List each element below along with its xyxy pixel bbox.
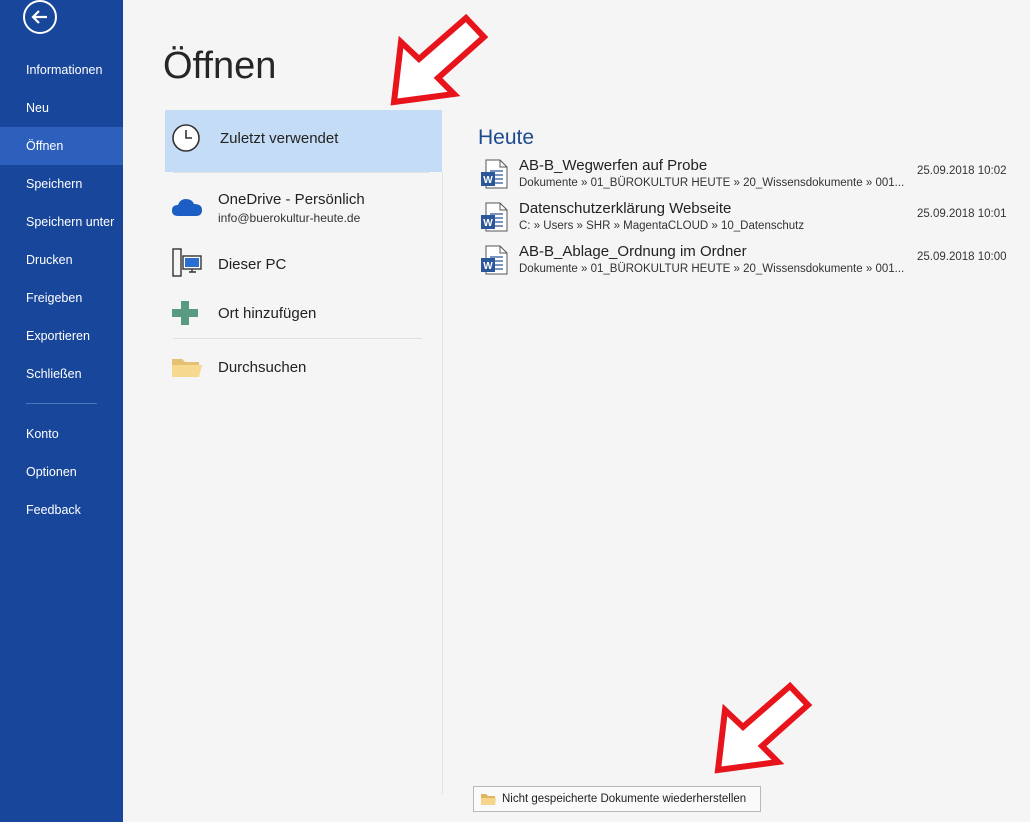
svg-text:W: W xyxy=(483,218,493,229)
nav-informationen[interactable]: Informationen xyxy=(0,51,123,89)
place-recent-label: Zuletzt verwendet xyxy=(220,130,339,147)
word-document-icon: W xyxy=(480,245,508,280)
nav-drucken[interactable]: Drucken xyxy=(0,241,123,279)
place-browse-label: Durchsuchen xyxy=(218,359,307,376)
nav-speichern[interactable]: Speichern xyxy=(0,165,123,203)
place-onedrive[interactable]: OneDrive - Persönlich info@buerokultur-h… xyxy=(165,186,442,232)
word-document-icon: W xyxy=(480,202,508,237)
recent-doc-name: AB-B_Ablage_Ordnung im Ordner xyxy=(519,243,747,260)
computer-icon xyxy=(171,248,203,283)
svg-text:W: W xyxy=(483,175,493,186)
cloud-icon xyxy=(171,196,203,223)
nav-optionen[interactable]: Optionen xyxy=(0,453,123,491)
nav-speichern-unter[interactable]: Speichern unter xyxy=(0,203,123,241)
recent-doc-path: Dokumente » 01_BÜROKULTUR HEUTE » 20_Wis… xyxy=(519,263,905,275)
nav-schliessen[interactable]: Schließen xyxy=(0,355,123,393)
svg-text:W: W xyxy=(483,261,493,272)
place-this-pc[interactable]: Dieser PC xyxy=(165,246,442,282)
page-title: Öffnen xyxy=(163,45,277,87)
recent-doc-path: Dokumente » 01_BÜROKULTUR HEUTE » 20_Wis… xyxy=(519,177,905,189)
recent-doc-path: C: » Users » SHR » MagentaCLOUD » 10_Dat… xyxy=(519,220,805,232)
section-heute: Heute xyxy=(478,126,535,149)
folder-icon xyxy=(480,792,497,809)
nav-freigeben[interactable]: Freigeben xyxy=(0,279,123,317)
nav-feedback[interactable]: Feedback xyxy=(0,491,123,529)
place-onedrive-account: info@buerokultur-heute.de xyxy=(218,211,361,225)
recent-doc-date: 25.09.2018 10:01 xyxy=(917,208,1007,220)
place-recent[interactable]: Zuletzt verwendet xyxy=(165,110,442,172)
nav-oeffnen[interactable]: Öffnen xyxy=(0,127,123,165)
place-browse[interactable]: Durchsuchen xyxy=(165,350,442,384)
nav-exportieren[interactable]: Exportieren xyxy=(0,317,123,355)
recent-doc-2[interactable]: W Datenschutzerklärung Webseite C: » Use… xyxy=(478,200,1008,240)
recent-doc-name: AB-B_Wegwerfen auf Probe xyxy=(519,157,708,174)
place-this-pc-label: Dieser PC xyxy=(218,256,287,273)
annotation-arrow-top xyxy=(390,13,489,106)
place-add[interactable]: Ort hinzufügen xyxy=(165,298,442,328)
recent-doc-date: 25.09.2018 10:00 xyxy=(917,251,1007,263)
word-document-icon: W xyxy=(480,159,508,194)
nav-konto[interactable]: Konto xyxy=(0,415,123,453)
recover-unsaved-button[interactable]: Nicht gespeicherte Dokumente wiederherst… xyxy=(473,786,761,812)
backstage-sidebar: Informationen Neu Öffnen Speichern Speic… xyxy=(0,0,123,822)
places-divider xyxy=(173,172,429,173)
place-onedrive-label: OneDrive - Persönlich xyxy=(218,191,365,208)
plus-icon xyxy=(171,300,199,331)
recent-doc-name: Datenschutzerklärung Webseite xyxy=(519,200,732,217)
recent-doc-3[interactable]: W AB-B_Ablage_Ordnung im Ordner Dokument… xyxy=(478,243,1008,283)
recover-unsaved-label: Nicht gespeicherte Dokumente wiederherst… xyxy=(502,793,747,805)
places-divider-2 xyxy=(173,338,422,339)
recent-doc-date: 25.09.2018 10:02 xyxy=(917,165,1007,177)
nav-neu[interactable]: Neu xyxy=(0,89,123,127)
pane-divider xyxy=(442,172,443,794)
clock-icon xyxy=(171,123,201,158)
place-add-label: Ort hinzufügen xyxy=(218,305,317,322)
folder-icon xyxy=(171,355,203,384)
annotation-arrow-bottom xyxy=(714,681,813,774)
recent-doc-1[interactable]: W AB-B_Wegwerfen auf Probe Dokumente » 0… xyxy=(478,157,1008,197)
back-arrow-icon[interactable] xyxy=(23,0,57,34)
nav-divider xyxy=(26,403,97,404)
